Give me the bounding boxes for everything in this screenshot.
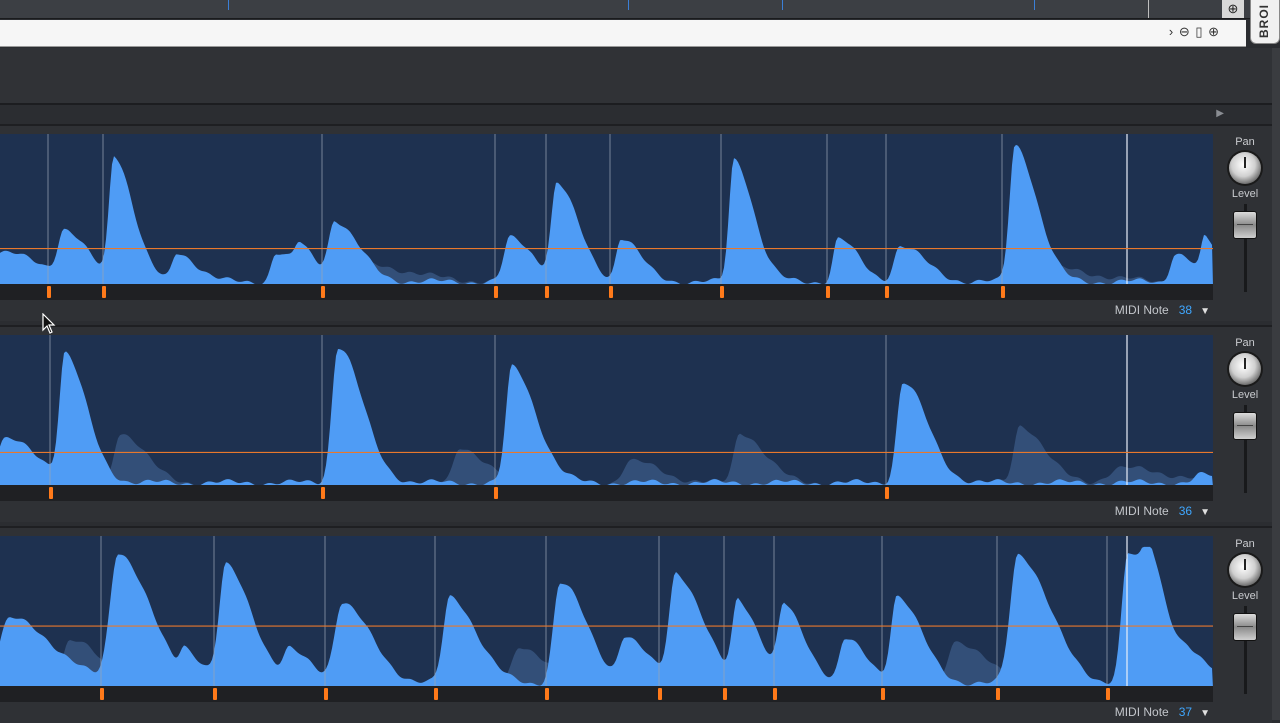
transient-marker[interactable] <box>47 286 51 298</box>
pan-knob[interactable] <box>1229 554 1261 586</box>
midi-note-value: 38 <box>1178 303 1193 317</box>
zoom-in-icon[interactable]: ⊕ <box>1222 0 1244 18</box>
lane-mixer: Pan Level <box>1222 327 1268 522</box>
ruler-tick <box>1034 0 1035 10</box>
transient-marker[interactable] <box>773 688 777 700</box>
level-fader-handle[interactable] <box>1234 614 1256 640</box>
transient-marker[interactable] <box>434 688 438 700</box>
midi-note-label: MIDI Note <box>1114 303 1169 317</box>
transient-marker[interactable] <box>213 688 217 700</box>
toolbar <box>0 48 1272 105</box>
transient-marker[interactable] <box>102 286 106 298</box>
waveform-display[interactable] <box>0 536 1213 688</box>
transient-marker[interactable] <box>324 688 328 700</box>
midi-note-label: MIDI Note <box>1114 705 1169 719</box>
mouse-cursor-icon <box>42 313 56 334</box>
transient-marker[interactable] <box>1106 688 1110 700</box>
pan-knob[interactable] <box>1229 353 1261 385</box>
midi-note-selector[interactable]: MIDI Note 37 ▼ <box>1115 705 1210 719</box>
pan-label: Pan <box>1235 337 1255 349</box>
transient-marker[interactable] <box>494 286 498 298</box>
transient-marker[interactable] <box>545 286 549 298</box>
transient-marker-strip[interactable] <box>0 284 1213 300</box>
vertical-scrollbar[interactable] <box>1272 48 1280 720</box>
transient-marker[interactable] <box>885 487 889 499</box>
navigation-bar: › ⊖ ▯ ⊕ <box>0 20 1246 47</box>
transient-marker[interactable] <box>321 286 325 298</box>
midi-note-selector[interactable]: MIDI Note 36 ▼ <box>1115 504 1210 518</box>
level-label: Level <box>1231 590 1259 602</box>
transient-marker[interactable] <box>609 286 613 298</box>
lane-mixer: Pan Level <box>1222 126 1268 321</box>
level-label: Level <box>1231 188 1259 200</box>
midi-note-value: 37 <box>1178 705 1193 719</box>
transient-marker[interactable] <box>723 688 727 700</box>
timeline-ruler[interactable] <box>0 0 1250 19</box>
dropdown-arrow-icon[interactable]: ▼ <box>1200 507 1210 518</box>
drum-lane: MIDI Note 37 ▼ Pan Level <box>0 526 1272 723</box>
transient-marker[interactable] <box>720 286 724 298</box>
lanes-header: ▶ <box>0 105 1240 125</box>
dropdown-arrow-icon[interactable]: ▼ <box>1200 708 1210 719</box>
transient-marker[interactable] <box>321 487 325 499</box>
ruler-tick <box>228 0 229 10</box>
browse-tab-label: BROI <box>1257 4 1271 38</box>
waveform-display[interactable] <box>0 134 1213 286</box>
transient-marker-strip[interactable] <box>0 485 1213 501</box>
pan-label: Pan <box>1235 136 1255 148</box>
transient-marker[interactable] <box>49 487 53 499</box>
browse-tab[interactable]: BROI <box>1250 0 1280 44</box>
level-fader-handle[interactable] <box>1234 413 1256 439</box>
transient-marker[interactable] <box>100 688 104 700</box>
transient-marker[interactable] <box>885 286 889 298</box>
transient-marker[interactable] <box>826 286 830 298</box>
level-label: Level <box>1231 389 1259 401</box>
transient-marker-strip[interactable] <box>0 686 1213 702</box>
ruler-tick <box>628 0 629 10</box>
transient-marker[interactable] <box>881 688 885 700</box>
midi-note-label: MIDI Note <box>1114 504 1169 518</box>
dropdown-arrow-icon[interactable]: ▼ <box>1200 306 1210 317</box>
ruler-tick <box>782 0 783 10</box>
zoom-controls[interactable]: › ⊖ ▯ ⊕ <box>1169 24 1220 40</box>
waveform-display[interactable] <box>0 335 1213 487</box>
midi-note-value: 36 <box>1178 504 1193 518</box>
transient-marker[interactable] <box>658 688 662 700</box>
transient-marker[interactable] <box>1001 286 1005 298</box>
level-fader-handle[interactable] <box>1234 212 1256 238</box>
lane-mixer: Pan Level <box>1222 528 1268 723</box>
transient-marker[interactable] <box>996 688 1000 700</box>
midi-note-selector[interactable]: MIDI Note 38 ▼ <box>1115 303 1210 317</box>
expand-arrow-icon[interactable]: ▶ <box>1216 108 1224 119</box>
drum-lane: MIDI Note 36 ▼ Pan Level <box>0 325 1272 522</box>
ruler-tick <box>1148 0 1149 18</box>
transient-marker[interactable] <box>494 487 498 499</box>
pan-knob[interactable] <box>1229 152 1261 184</box>
transient-marker[interactable] <box>545 688 549 700</box>
drum-lane: MIDI Note 38 ▼ Pan Level <box>0 124 1272 321</box>
pan-label: Pan <box>1235 538 1255 550</box>
